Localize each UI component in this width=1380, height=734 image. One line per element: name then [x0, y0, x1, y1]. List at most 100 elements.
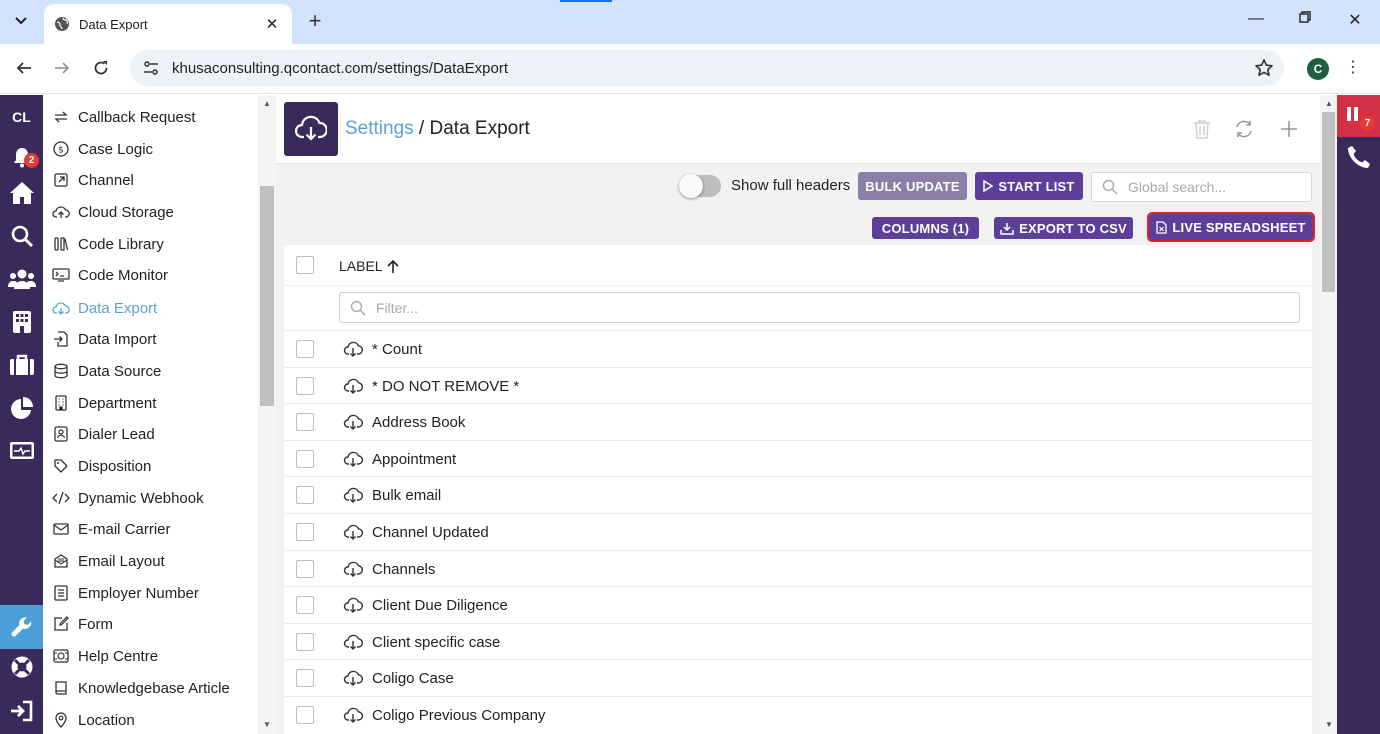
main-scroll-down-icon[interactable]: ▼ — [1322, 720, 1336, 729]
submenu-item-email-layout[interactable]: Email Layout — [52, 549, 165, 573]
row-checkbox[interactable] — [296, 413, 314, 432]
submenu-item-data-export[interactable]: Data Export — [52, 296, 157, 320]
global-search[interactable] — [1091, 172, 1312, 202]
table-row[interactable]: * DO NOT REMOVE * — [284, 366, 1312, 404]
new-tab-button[interactable]: + — [303, 8, 327, 34]
minimize-icon[interactable]: — — [1244, 10, 1268, 28]
main-scrollbar-thumb[interactable] — [1322, 112, 1335, 292]
main-scroll-up-icon[interactable]: ▲ — [1322, 99, 1336, 108]
label-filter-input[interactable] — [376, 299, 1276, 316]
row-checkbox[interactable] — [296, 486, 314, 505]
live-spreadsheet-button[interactable]: LIVE SPREADSHEET — [1147, 212, 1315, 242]
table-row[interactable]: * Count — [284, 330, 1312, 367]
show-full-headers-toggle[interactable] — [679, 174, 721, 198]
tab-search-button[interactable] — [8, 8, 34, 34]
submenu-item-code-monitor[interactable]: Code Monitor — [52, 263, 168, 287]
row-checkbox[interactable] — [296, 449, 314, 468]
table-row[interactable]: Channels — [284, 549, 1312, 587]
table-row[interactable]: Coligo Case — [284, 659, 1312, 696]
submenu-item-employer-number[interactable]: Employer Number — [52, 581, 199, 605]
submenu-item-form[interactable]: Form — [52, 612, 113, 636]
start-list-button[interactable]: START LIST — [975, 172, 1083, 200]
row-label[interactable]: Client Due Diligence — [372, 597, 508, 614]
row-label[interactable]: Coligo Case — [372, 670, 454, 687]
table-row[interactable]: Client specific case — [284, 622, 1312, 660]
reload-button[interactable] — [89, 56, 113, 80]
monitor-icon[interactable] — [8, 437, 36, 465]
add-button[interactable] — [1277, 117, 1301, 141]
row-label[interactable]: Appointment — [372, 451, 456, 468]
row-label[interactable]: Client specific case — [372, 634, 500, 651]
submenu-item-disposition[interactable]: Disposition — [52, 454, 151, 478]
row-label[interactable]: Channels — [372, 561, 435, 578]
close-window-icon[interactable]: ✕ — [1343, 10, 1367, 30]
scroll-up-icon[interactable]: ▲ — [260, 99, 274, 108]
submenu-item-callback-request[interactable]: Callback Request — [52, 105, 196, 129]
submenu-item-channel[interactable]: Channel — [52, 168, 134, 192]
submenu-item-email-carrier[interactable]: E-mail Carrier — [52, 517, 171, 541]
row-label[interactable]: * DO NOT REMOVE * — [372, 378, 519, 395]
submenu-item-cloud-storage[interactable]: Cloud Storage — [52, 200, 174, 224]
global-search-input[interactable] — [1128, 179, 1298, 195]
home-icon[interactable] — [8, 179, 36, 207]
briefcase-icon[interactable] — [8, 351, 36, 379]
omnibox[interactable]: khusaconsulting.qcontact.com/settings/Da… — [130, 50, 1284, 86]
submenu-item-data-source[interactable]: Data Source — [52, 359, 161, 383]
submenu-item-knowledgebase-article[interactable]: Knowledgebase Article — [52, 676, 230, 700]
row-checkbox[interactable] — [296, 559, 314, 578]
bell-icon[interactable]: 2 — [8, 143, 39, 171]
back-button[interactable] — [12, 56, 36, 80]
app-logo[interactable]: CL — [0, 109, 43, 125]
row-checkbox[interactable] — [296, 669, 314, 688]
search-icon[interactable] — [8, 222, 36, 250]
table-row[interactable]: Appointment — [284, 439, 1312, 477]
table-row[interactable]: Bulk email — [284, 476, 1312, 513]
row-label[interactable]: Address Book — [372, 414, 465, 431]
row-checkbox[interactable] — [296, 706, 314, 724]
row-label[interactable]: Coligo Previous Company — [372, 707, 545, 724]
columns-button[interactable]: COLUMNS (1) — [872, 217, 979, 239]
submenu-item-location[interactable]: Location — [52, 708, 135, 732]
delete-button[interactable] — [1190, 117, 1214, 141]
row-label[interactable]: Bulk email — [372, 487, 441, 504]
logout-icon[interactable] — [8, 697, 36, 725]
bookmark-star-icon[interactable] — [1254, 58, 1274, 78]
lifebuoy-icon[interactable] — [8, 653, 36, 681]
submenu-item-department[interactable]: Department — [52, 391, 156, 415]
queue-indicator[interactable]: 7 — [1337, 95, 1380, 137]
submenu-item-dialer-lead[interactable]: Dialer Lead — [52, 422, 155, 446]
export-csv-button[interactable]: EXPORT TO CSV — [994, 217, 1133, 239]
pie-chart-icon[interactable] — [8, 394, 36, 422]
restore-icon[interactable] — [1293, 10, 1317, 28]
forward-button[interactable] — [50, 56, 74, 80]
phone-button[interactable] — [1346, 144, 1372, 175]
submenu-item-code-library[interactable]: Code Library — [52, 232, 164, 256]
table-row[interactable]: Address Book — [284, 403, 1312, 440]
row-checkbox[interactable] — [296, 596, 314, 615]
row-label[interactable]: * Count — [372, 341, 422, 358]
submenu-item-data-import[interactable]: Data Import — [52, 327, 156, 351]
label-filter[interactable] — [339, 292, 1300, 323]
contacts-icon[interactable] — [8, 265, 36, 293]
browser-tab[interactable]: Data Export ✕ — [44, 4, 292, 44]
refresh-button[interactable] — [1232, 117, 1256, 141]
site-info-icon[interactable] — [142, 59, 160, 77]
column-header-label[interactable]: LABEL — [339, 258, 400, 274]
scroll-down-icon[interactable]: ▼ — [260, 720, 274, 729]
url-text[interactable]: khusaconsulting.qcontact.com/settings/Da… — [172, 60, 1254, 77]
browser-menu-icon[interactable]: ⋮ — [1345, 57, 1361, 77]
profile-avatar[interactable]: C — [1307, 58, 1329, 80]
building-icon[interactable] — [8, 308, 36, 336]
row-checkbox[interactable] — [296, 632, 314, 651]
table-row[interactable]: Channel Updated — [284, 513, 1312, 550]
row-checkbox[interactable] — [296, 523, 314, 541]
tab-close-icon[interactable]: ✕ — [262, 15, 282, 33]
select-all-checkbox[interactable] — [296, 256, 314, 274]
row-checkbox[interactable] — [296, 340, 314, 358]
row-label[interactable]: Channel Updated — [372, 524, 489, 541]
submenu-scrollbar-thumb[interactable] — [260, 186, 274, 406]
bulk-update-button[interactable]: BULK UPDATE — [858, 172, 967, 200]
wrench-icon[interactable] — [8, 613, 36, 641]
submenu-item-case-logic[interactable]: $ Case Logic — [52, 137, 153, 161]
submenu-item-help-centre[interactable]: Help Centre — [52, 644, 158, 668]
